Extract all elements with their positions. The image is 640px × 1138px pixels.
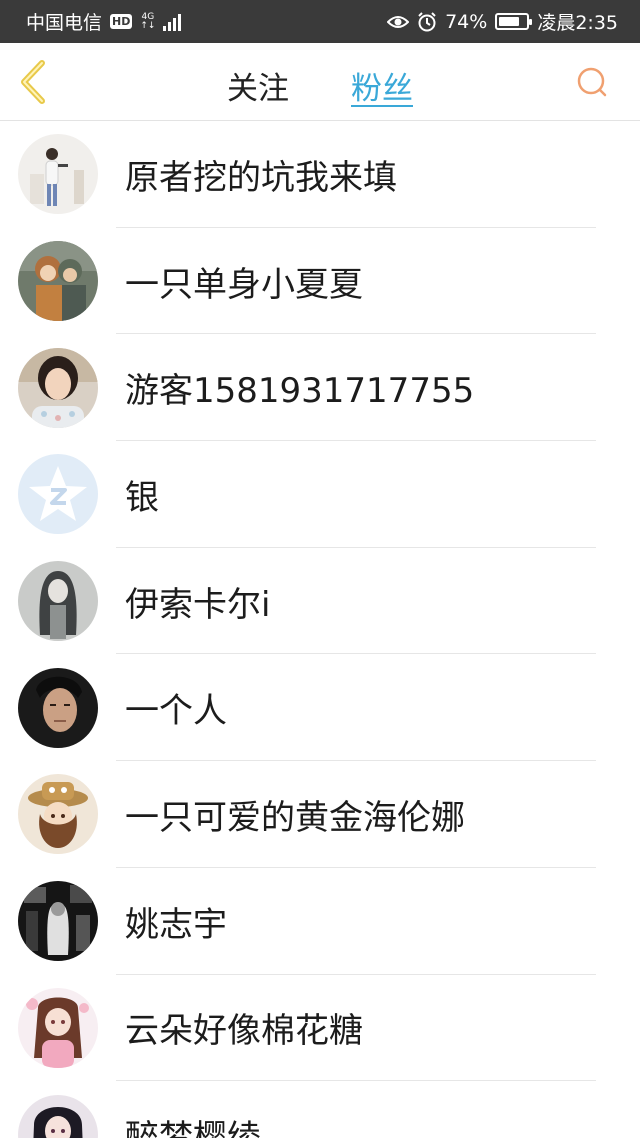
avatar [18,881,98,962]
avatar [18,241,98,322]
status-bar: 中国电信 HD 4G ↑↓ 74% 凌晨2:35 [0,0,640,43]
follower-name: 原者挖的坑我来填 [125,157,397,198]
list-item[interactable]: 姚志宇 [0,868,640,975]
carrier-label: 中国电信 [26,12,103,34]
network-type: 4G ↑↓ [140,11,156,31]
follower-name: 一个人 [125,691,227,732]
list-item[interactable]: 一只单身小夏夏 [0,228,640,335]
follower-name: 游客1581931717755 [125,371,475,412]
tab-bar: 关注 粉丝 [0,43,640,121]
avatar [18,774,98,855]
list-item[interactable]: 游客1581931717755 [0,334,640,442]
battery-icon [495,13,533,30]
follower-name: 一只单身小夏夏 [125,264,363,305]
list-item[interactable]: 云朵好像棉花糖 [0,975,640,1082]
hd-badge: HD [110,14,133,29]
avatar [18,667,98,748]
avatar [18,561,98,642]
header: 关注 粉丝 [0,43,640,121]
avatar [18,454,98,535]
alarm-icon [418,11,436,31]
list-item[interactable]: 银 [0,441,640,548]
status-right: 74% 凌晨2:35 [387,8,618,35]
follower-list: 原者挖的坑我来填 一只单身小夏夏 游客1581931717755 银 伊索卡尔i… [0,121,640,1138]
avatar [18,1094,98,1138]
list-item[interactable]: 一只可爱的黄金海伦娜 [0,761,640,868]
avatar [18,347,98,428]
follower-name: 银 [125,477,159,518]
avatar [18,134,98,215]
follower-name: 云朵好像棉花糖 [125,1011,363,1052]
follower-name: 伊索卡尔i [125,584,271,625]
follower-name: 醉梦樱绫 [125,1110,261,1138]
battery-fill [499,17,519,26]
clock: 凌晨2:35 [537,12,618,34]
list-item[interactable]: 一个人 [0,654,640,762]
list-item[interactable]: 原者挖的坑我来填 [0,121,640,228]
tab-followers[interactable]: 粉丝 [351,43,413,121]
list-item[interactable]: 伊索卡尔i [0,548,640,655]
search-icon [577,67,607,97]
follower-name: 姚志宇 [125,904,227,945]
tab-following[interactable]: 关注 [227,43,289,121]
list-item[interactable]: 醉梦樱绫 [0,1081,640,1138]
avatar [18,987,98,1068]
search-button[interactable] [574,64,610,100]
battery-percent: 74% [445,10,488,33]
eye-icon [387,15,410,28]
follower-name: 一只可爱的黄金海伦娜 [125,797,465,838]
signal-strength-icon [163,13,182,31]
status-left: 中国电信 HD 4G ↑↓ [26,8,182,35]
